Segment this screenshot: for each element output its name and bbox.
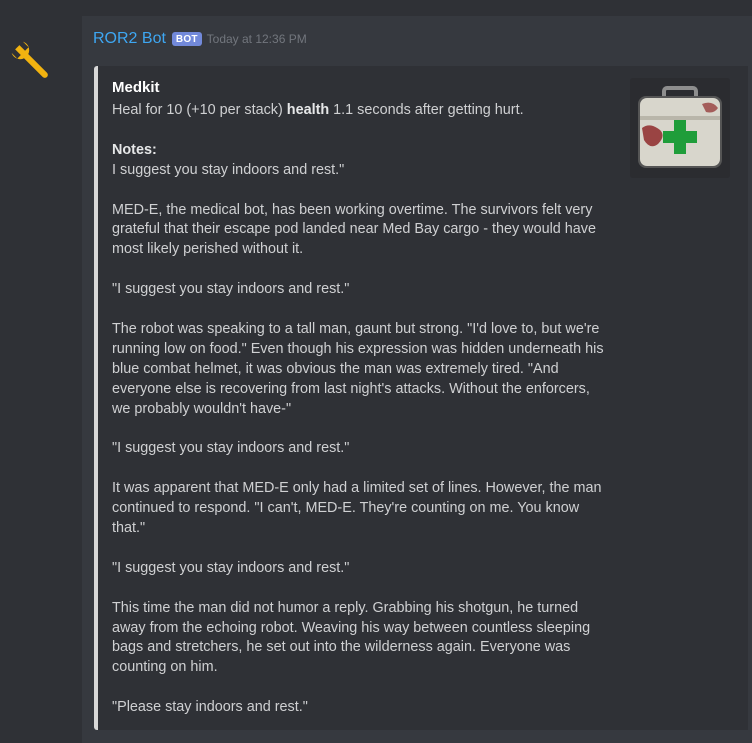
timestamp[interactable]: Today at 12:36 PM xyxy=(207,32,307,46)
medkit-icon xyxy=(630,78,730,178)
notes-text: I suggest you stay indoors and rest." ME… xyxy=(112,161,604,716)
bot-tag: BOT xyxy=(171,32,202,46)
embed-title: Medkit xyxy=(112,79,160,96)
embed-content: Medkit Heal for 10 (+10 per stack) healt… xyxy=(112,78,612,718)
username[interactable]: ROR2 Bot xyxy=(93,30,166,48)
message: ROR2 Bot BOT Today at 12:36 PM Medkit He… xyxy=(82,16,752,743)
wrench-icon[interactable] xyxy=(8,38,52,82)
chat-view: ROR2 Bot BOT Today at 12:36 PM Medkit He… xyxy=(0,0,752,743)
notes-title: Notes: xyxy=(112,141,157,158)
embed-description: Heal for 10 (+10 per stack) health 1.1 s… xyxy=(112,101,612,718)
previous-message-strip xyxy=(0,0,752,16)
avatar-column xyxy=(0,16,82,743)
desc-text-post: 1.1 seconds after getting hurt. xyxy=(329,102,524,118)
embed-thumbnail[interactable] xyxy=(630,78,730,178)
message-header: ROR2 Bot BOT Today at 12:36 PM xyxy=(93,30,307,48)
desc-bold-health: health xyxy=(286,102,330,118)
desc-text-pre: Heal for 10 (+10 per stack) xyxy=(112,102,287,118)
item-embed: Medkit Heal for 10 (+10 per stack) healt… xyxy=(94,66,748,730)
